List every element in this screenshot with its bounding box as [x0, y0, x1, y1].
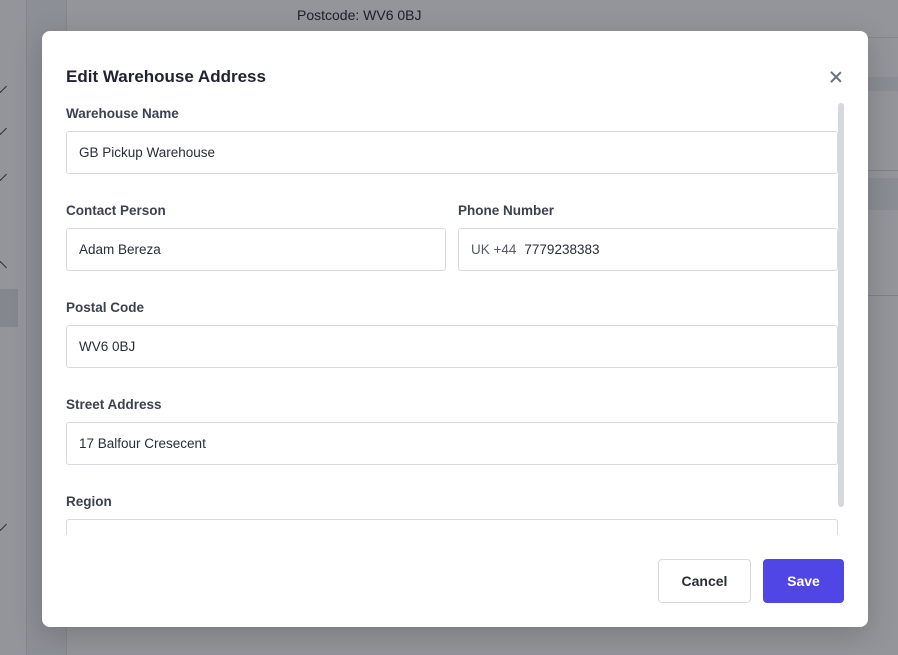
- phone-number-input[interactable]: [524, 242, 785, 257]
- postal-code-label: Postal Code: [66, 300, 145, 315]
- modal-title: Edit Warehouse Address: [66, 67, 266, 86]
- postal-code-input[interactable]: [66, 325, 838, 368]
- phone-number-field[interactable]: UK +44: [458, 228, 838, 271]
- street-address-input[interactable]: [66, 422, 838, 465]
- close-icon[interactable]: [828, 69, 844, 85]
- form-scroll-area[interactable]: Warehouse Name Contact Person Phone Numb…: [42, 101, 868, 535]
- phone-country-prefix[interactable]: UK +44: [471, 242, 516, 257]
- contact-person-input[interactable]: [66, 228, 446, 271]
- phone-number-label: Phone Number: [458, 203, 555, 218]
- scrollbar-thumb[interactable]: [838, 103, 844, 507]
- region-label: Region: [66, 494, 112, 509]
- street-address-label: Street Address: [66, 397, 162, 412]
- warehouse-name-label: Warehouse Name: [66, 106, 179, 121]
- save-button[interactable]: Save: [763, 559, 844, 603]
- region-input[interactable]: [66, 519, 838, 535]
- cancel-button[interactable]: Cancel: [658, 559, 751, 603]
- warehouse-name-input[interactable]: [66, 131, 838, 174]
- edit-warehouse-modal: Edit Warehouse Address Warehouse Name Co…: [42, 31, 868, 627]
- contact-person-label: Contact Person: [66, 203, 166, 218]
